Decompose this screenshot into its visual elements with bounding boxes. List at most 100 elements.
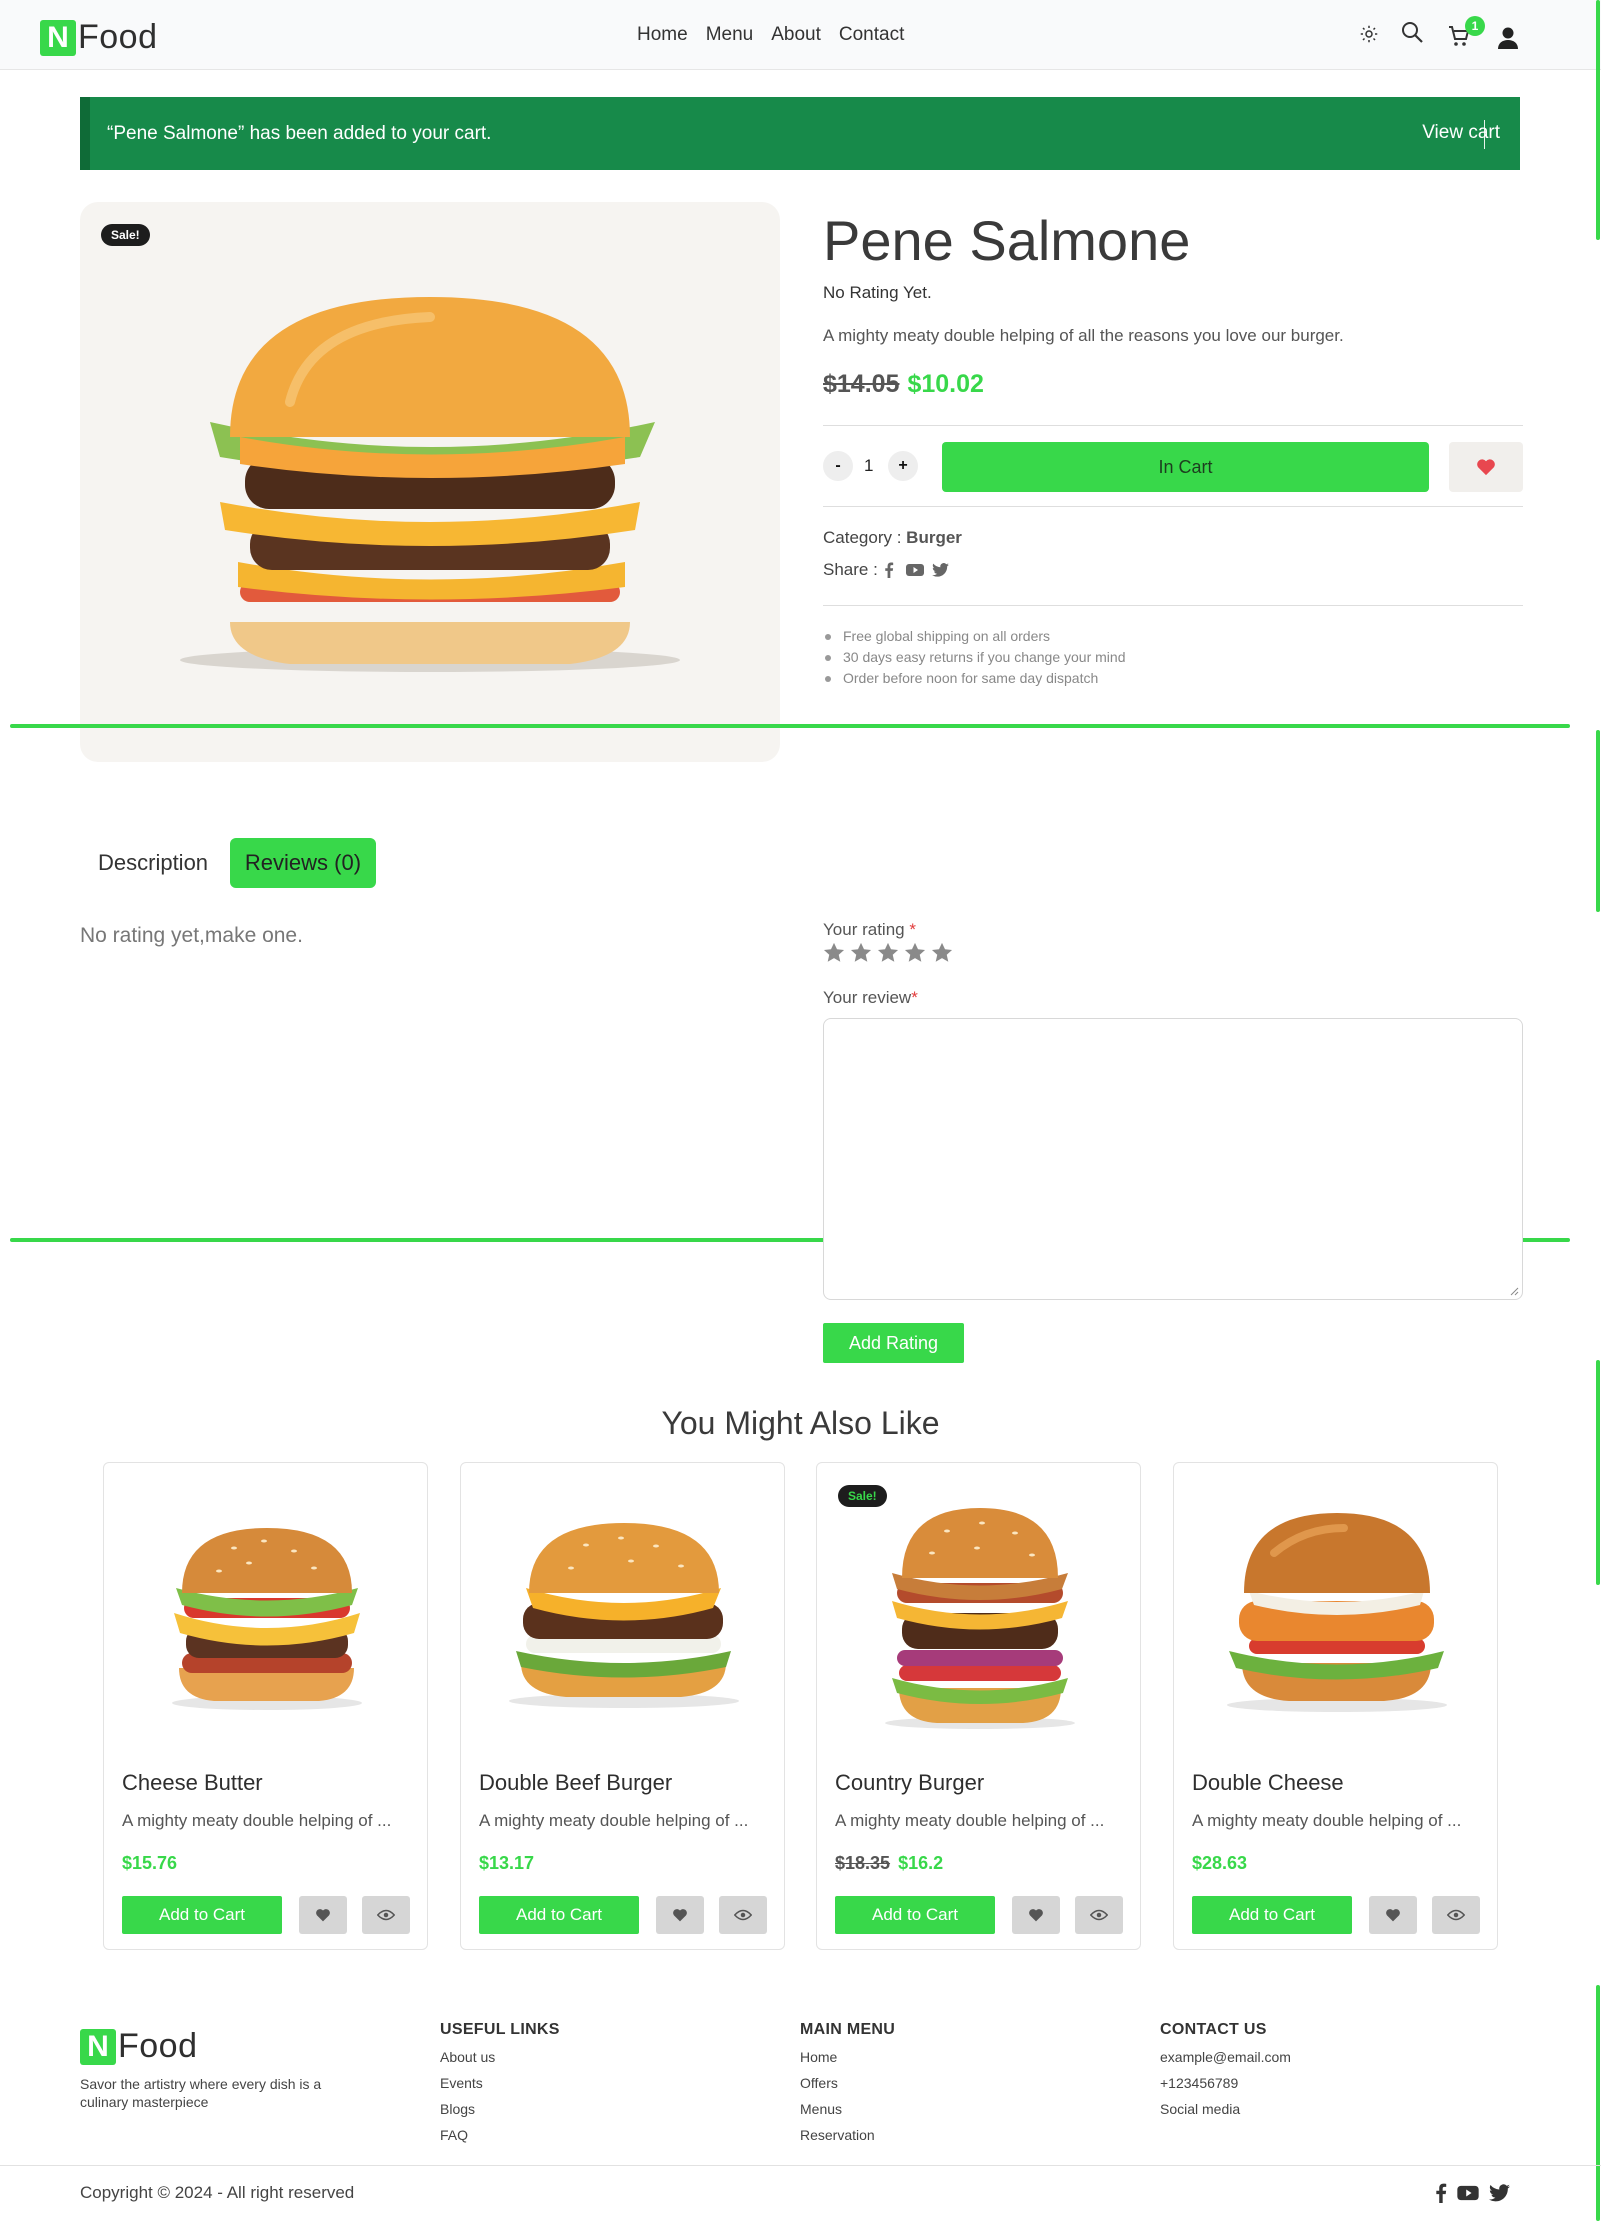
footer-link[interactable]: Reservation xyxy=(800,2127,895,2153)
nav-menu[interactable]: Menu xyxy=(706,24,754,46)
cart-icon[interactable]: 1 xyxy=(1445,16,1485,50)
footer-tagline: Savor the artistry where every dish is a… xyxy=(80,2076,322,2110)
divider xyxy=(823,605,1523,606)
qty-increase-button[interactable]: + xyxy=(888,451,918,481)
tab-description[interactable]: Description xyxy=(98,850,208,876)
product-card[interactable]: Cheese Butter A mighty meaty double help… xyxy=(103,1462,428,1950)
star-rating-input xyxy=(823,942,953,963)
product-card[interactable]: Double Beef Burger A mighty meaty double… xyxy=(460,1462,785,1950)
footer-logo[interactable]: N Food xyxy=(80,2027,198,2066)
footer-link[interactable]: About us xyxy=(440,2049,560,2075)
product-price: $15.76 xyxy=(122,1853,177,1874)
eye-icon xyxy=(1447,1909,1465,1921)
sale-badge: Sale! xyxy=(101,224,150,246)
resize-handle-icon[interactable] xyxy=(1509,1286,1519,1296)
wishlist-button[interactable] xyxy=(1369,1896,1417,1934)
logo-mark: N xyxy=(40,19,76,56)
footer-link[interactable]: Offers xyxy=(800,2075,895,2101)
product-title: Pene Salmone xyxy=(823,209,1191,272)
view-cart-link[interactable]: View cart xyxy=(1422,122,1500,144)
add-rating-button[interactable]: Add Rating xyxy=(823,1323,964,1363)
share-label: Share : xyxy=(823,560,878,579)
quick-view-button[interactable] xyxy=(1075,1896,1123,1934)
in-cart-button[interactable]: In Cart xyxy=(942,442,1429,492)
twitter-icon[interactable] xyxy=(931,563,949,577)
facebook-icon[interactable] xyxy=(1435,2183,1447,2203)
quick-view-button[interactable] xyxy=(719,1896,767,1934)
cart-notice: “Pene Salmone” has been added to your ca… xyxy=(80,97,1520,170)
qty-value[interactable]: 1 xyxy=(864,456,873,476)
footer-link[interactable]: FAQ xyxy=(440,2127,560,2153)
add-to-cart-button[interactable]: Add to Cart xyxy=(122,1896,282,1934)
footer-divider xyxy=(0,2165,1601,2166)
product-name[interactable]: Double Cheese xyxy=(1192,1770,1344,1796)
footer-link[interactable]: Blogs xyxy=(440,2101,560,2127)
quick-view-button[interactable] xyxy=(362,1896,410,1934)
nav-home[interactable]: Home xyxy=(637,24,688,46)
footer-link[interactable]: Home xyxy=(800,2049,895,2075)
wishlist-button[interactable] xyxy=(1449,442,1523,492)
logo-text: Food xyxy=(118,2027,198,2065)
category-value[interactable]: Burger xyxy=(906,528,962,547)
review-label: Your review* xyxy=(823,988,918,1008)
copyright: Copyright © 2024 - All right reserved xyxy=(80,2183,355,2202)
contact-social[interactable]: Social media xyxy=(1160,2101,1291,2127)
share-row: Share : xyxy=(823,560,949,580)
heart-icon xyxy=(1029,1909,1043,1922)
product-image xyxy=(1227,1513,1447,1712)
product-card[interactable]: Sale! Country Burger A mighty meaty doub… xyxy=(816,1462,1141,1950)
burger-illustration xyxy=(180,297,680,672)
theme-toggle-icon[interactable] xyxy=(1355,20,1383,48)
wishlist-button[interactable] xyxy=(1012,1896,1060,1934)
star-icon[interactable] xyxy=(850,942,872,963)
product-description: A mighty meaty double helping of ... xyxy=(479,1811,749,1830)
contact-email[interactable]: example@email.com xyxy=(1160,2049,1291,2075)
nav-contact[interactable]: Contact xyxy=(839,24,904,46)
footer-link[interactable]: Events xyxy=(440,2075,560,2101)
product-price: $13.17 xyxy=(479,1853,534,1874)
search-icon[interactable] xyxy=(1398,18,1426,46)
required-mark: * xyxy=(909,920,916,939)
wishlist-button[interactable] xyxy=(299,1896,347,1934)
product-name[interactable]: Double Beef Burger xyxy=(479,1770,672,1796)
footer-link[interactable]: Menus xyxy=(800,2101,895,2127)
add-to-cart-button[interactable]: Add to Cart xyxy=(1192,1896,1352,1934)
footer-column-title: CONTACT US xyxy=(1160,2021,1267,2038)
cart-notice-message: “Pene Salmone” has been added to your ca… xyxy=(107,123,492,144)
add-to-cart-button[interactable]: Add to Cart xyxy=(479,1896,639,1934)
wishlist-button[interactable] xyxy=(656,1896,704,1934)
price-value: $16.2 xyxy=(898,1853,944,1873)
product-description: A mighty meaty double helping of ... xyxy=(1192,1811,1462,1830)
star-icon[interactable] xyxy=(877,942,899,963)
product-card[interactable]: Double Cheese A mighty meaty double help… xyxy=(1173,1462,1498,1950)
rating-label: Your rating * xyxy=(823,920,916,940)
tab-reviews[interactable]: Reviews (0) xyxy=(230,838,376,888)
price-value: $15.76 xyxy=(122,1853,178,1873)
product-image xyxy=(885,1508,1075,1729)
user-icon[interactable] xyxy=(1494,24,1522,52)
quick-view-button[interactable] xyxy=(1432,1896,1480,1934)
footer-social-links xyxy=(1435,2183,1510,2203)
product-name[interactable]: Country Burger xyxy=(835,1770,984,1796)
heart-icon xyxy=(316,1909,330,1922)
contact-phone[interactable]: +123456789 xyxy=(1160,2075,1291,2101)
review-label-text: Your review xyxy=(823,988,912,1007)
nav-about[interactable]: About xyxy=(771,24,821,46)
footer-main-menu: MAIN MENU Home Offers Menus Reservation xyxy=(800,2021,895,2153)
qty-decrease-button[interactable]: - xyxy=(823,451,853,481)
eye-icon xyxy=(1090,1909,1108,1921)
youtube-icon[interactable] xyxy=(1457,2185,1479,2201)
heart-icon xyxy=(1477,459,1495,476)
site-logo[interactable]: N Food xyxy=(40,18,158,57)
youtube-icon[interactable] xyxy=(905,563,924,577)
bullet-item: Free global shipping on all orders xyxy=(823,628,1126,644)
add-to-cart-button[interactable]: Add to Cart xyxy=(835,1896,995,1934)
product-name[interactable]: Cheese Butter xyxy=(122,1770,263,1796)
twitter-icon[interactable] xyxy=(1489,2184,1510,2202)
star-icon[interactable] xyxy=(904,942,926,963)
footer-contact: CONTACT US example@email.com +123456789 … xyxy=(1160,2021,1291,2127)
star-icon[interactable] xyxy=(823,942,845,963)
star-icon[interactable] xyxy=(931,942,953,963)
review-textarea[interactable] xyxy=(823,1018,1523,1300)
facebook-icon[interactable] xyxy=(884,562,894,578)
